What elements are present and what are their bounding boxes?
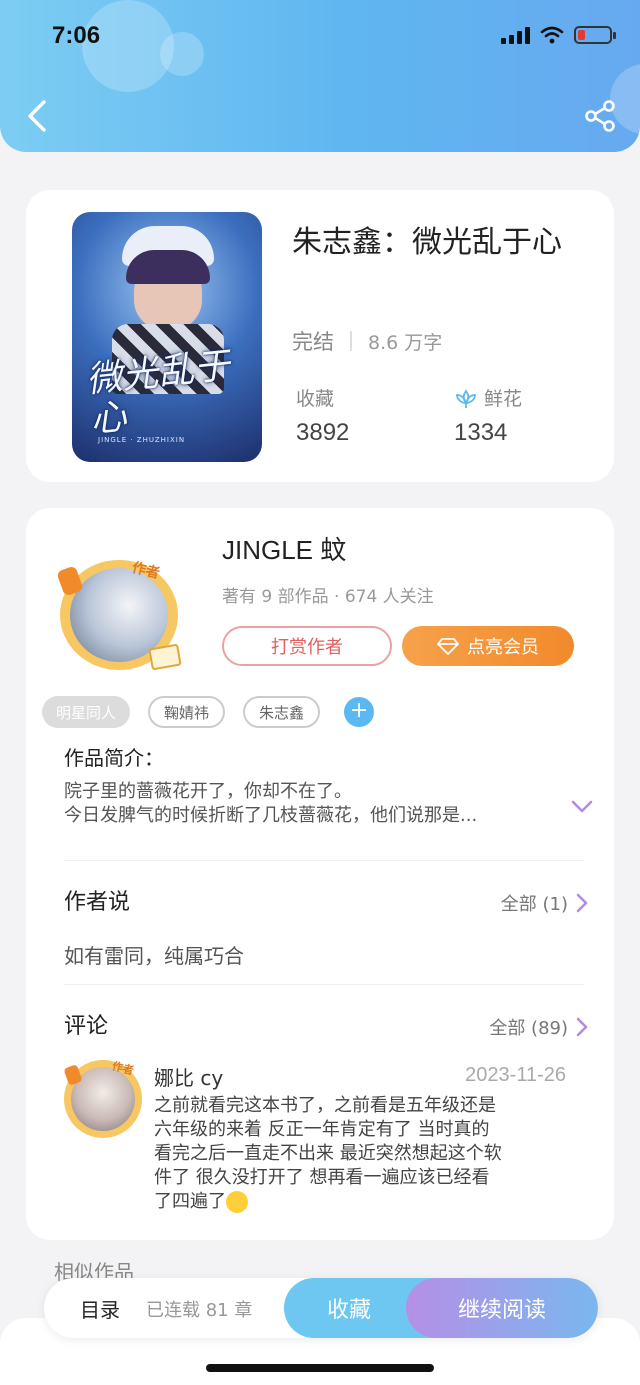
flowers-label: 鲜花 — [484, 388, 523, 410]
tag-item[interactable]: 鞠婧祎 — [148, 696, 226, 728]
book-info-card: 微光乱于心 JINGLE · ZHUZHIXIN 朱志鑫：微光乱于心 完结 8.… — [26, 190, 614, 482]
book-cover[interactable]: 微光乱于心 JINGLE · ZHUZHIXIN — [72, 212, 262, 462]
word-count: 8.6 万字 — [368, 331, 443, 354]
toc-button[interactable]: 目录 — [80, 1294, 120, 1323]
author-says-title: 作者说 — [64, 890, 131, 915]
divider — [64, 984, 584, 985]
author-name[interactable]: JINGLE 蚊 — [222, 530, 346, 567]
intro-line: 今日发脾气的时候折断了几枝蔷薇花，他们说那是... — [64, 805, 478, 826]
favorites-stat: 收藏 3892 — [296, 384, 349, 447]
comment-text: 之前就看完这本书了，之前看是五年级还是 六年级的来着 反正一年肯定有了 当时真的… — [154, 1094, 570, 1214]
comment-line: 看完之后一直走不出来 最近突然想起这个软 — [154, 1143, 502, 1164]
author-details-card: 作者 JINGLE 蚊 著有 9 部作品 · 674 人关注 打赏作者 点亮会员… — [26, 508, 614, 1240]
comments-more[interactable]: 全部 (89) — [489, 1014, 588, 1040]
share-icon[interactable] — [582, 98, 618, 134]
author-says-more[interactable]: 全部 (1) — [501, 890, 588, 916]
chevron-right-icon — [576, 1017, 588, 1037]
wifi-icon — [540, 26, 564, 44]
continue-reading-button[interactable]: 继续阅读 — [406, 1278, 598, 1338]
battery-icon — [574, 26, 616, 44]
comment-line: 件了 很久没打开了 想再看一遍应该已经看 — [154, 1167, 490, 1188]
diamond-icon — [437, 638, 459, 655]
commenter-avatar[interactable]: 作者 — [62, 1058, 144, 1140]
signal-icon — [501, 26, 530, 44]
tip-author-button[interactable]: 打赏作者 — [222, 626, 392, 666]
intro-title: 作品简介： — [64, 746, 164, 770]
favorites-label: 收藏 — [296, 388, 335, 410]
comment-line-last: 了四遍了 — [154, 1190, 570, 1214]
flowers-value: 1334 — [454, 419, 508, 446]
back-arrow-icon[interactable] — [20, 96, 60, 136]
tag-list: 明星同人 鞠婧祎 朱志鑫 + — [42, 696, 375, 728]
author-avatar[interactable]: 作者 — [54, 554, 184, 674]
flowers-stat: 鲜花 1334 — [454, 384, 522, 447]
home-indicator[interactable] — [206, 1364, 434, 1372]
comment-line: 了四遍了 — [154, 1191, 226, 1212]
book-status: 完结 — [292, 330, 334, 354]
chevron-down-icon[interactable] — [570, 798, 594, 816]
bottom-action-bar: 目录 已连载 81 章 收藏 继续阅读 — [44, 1278, 598, 1338]
comments-title: 评论 — [64, 1014, 109, 1039]
chevron-right-icon — [576, 893, 588, 913]
comments-more-label: 全部 (89) — [489, 1018, 568, 1039]
chapter-count: 已连载 81 章 — [146, 1300, 253, 1321]
comment-line: 之前就看完这本书了，之前看是五年级还是 — [154, 1095, 496, 1116]
flowers-label-wrap: 鲜花 — [454, 384, 522, 411]
decor-bubble — [160, 32, 204, 76]
status-icons — [501, 26, 616, 44]
intro-text: 院子里的蔷薇花开了，你却不在了。 今日发脾气的时候折断了几枝蔷薇花，他们说那是.… — [64, 780, 544, 828]
divider — [64, 860, 584, 861]
author-says-text: 如有雷同，纯属巧合 — [64, 944, 244, 968]
vip-button[interactable]: 点亮会员 — [402, 626, 574, 666]
status-time: 7:06 — [52, 22, 101, 49]
intro-line: 院子里的蔷薇花开了，你却不在了。 — [64, 781, 352, 802]
comment-line: 六年级的来着 反正一年肯定有了 当时真的 — [154, 1119, 490, 1140]
favorites-value: 3892 — [296, 419, 350, 446]
comment-username[interactable]: 娜比 cy — [154, 1062, 223, 1091]
author-stats: 著有 9 部作品 · 674 人关注 — [222, 587, 434, 607]
cover-subtitle: JINGLE · ZHUZHIXIN — [98, 436, 186, 444]
add-tag-button[interactable]: + — [344, 697, 375, 727]
book-meta: 完结 8.6 万字 — [292, 326, 442, 356]
meta-divider — [350, 331, 352, 351]
header: 7:06 — [0, 0, 640, 152]
flower-icon — [456, 388, 476, 408]
vip-button-label: 点亮会员 — [467, 637, 539, 658]
book-icon — [148, 643, 182, 671]
cover-art — [126, 250, 210, 284]
comment-date: 2023-11-26 — [465, 1064, 566, 1086]
cover-title: 微光乱于心 — [84, 345, 232, 441]
book-title: 朱志鑫：微光乱于心 — [292, 225, 562, 260]
tag-item[interactable]: 明星同人 — [42, 696, 131, 728]
laughing-emoji-icon — [226, 1191, 248, 1213]
author-says-more-label: 全部 (1) — [500, 894, 568, 915]
tag-item[interactable]: 朱志鑫 — [243, 696, 321, 728]
